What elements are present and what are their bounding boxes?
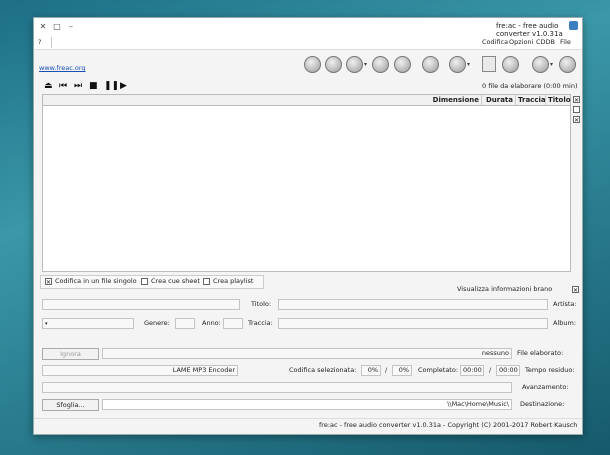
album-label: Album:: [553, 319, 577, 327]
start-encoding-icon[interactable]: [346, 56, 363, 73]
add-folder-icon[interactable]: [502, 56, 519, 73]
completed-label: Completato:: [418, 366, 459, 374]
show-info-checkbox[interactable]: ✕: [572, 286, 579, 294]
chevron-down-icon[interactable]: ▾: [550, 61, 556, 68]
output-options: ✕ Codifica in un file singolo Crea cue s…: [40, 275, 264, 289]
track-list[interactable]: Dimensione Durata Traccia Titolo: [42, 94, 571, 272]
play-icon[interactable]: ▶: [120, 80, 127, 93]
chevron-down-icon: ▾: [45, 321, 48, 327]
show-info-label: Visualizza informazioni brano: [457, 285, 553, 293]
files-summary: 0 file da elaborare (0:00 min): [482, 82, 578, 90]
completed-total: 0%: [361, 365, 381, 376]
menu-help[interactable]: ?: [38, 37, 41, 48]
menu-opzioni[interactable]: Opzioni: [509, 37, 533, 48]
destination-field[interactable]: \\Mac\Home\Music\: [102, 399, 512, 410]
footer-copyright: fre:ac - free audio converter v1.0.31a -…: [319, 421, 578, 429]
settings-icon[interactable]: [394, 56, 411, 73]
pause-encoding-icon[interactable]: [325, 56, 342, 73]
menu-divider: [51, 37, 52, 48]
menu-file[interactable]: File: [560, 37, 571, 48]
title-bar: fre:ac - free audio converter v1.0.31a ✕…: [34, 18, 582, 38]
title-label: Titolo:: [251, 300, 272, 308]
current-file-field: nessuno: [102, 348, 512, 359]
playlist-label: Crea playlist: [213, 277, 254, 285]
toolbar: www.freac.org ▾ ▾ ▾: [34, 51, 582, 81]
website-link[interactable]: www.freac.org: [39, 64, 86, 72]
encoder-label: Codifica selezionata:: [289, 366, 357, 374]
pause-icon[interactable]: ❚❚: [104, 80, 119, 93]
menu-cddb[interactable]: CDDB: [536, 37, 555, 48]
current-file-value: nessuno: [481, 349, 509, 357]
single-file-checkbox[interactable]: ✕: [45, 278, 52, 286]
track-list-header: Dimensione Durata Traccia Titolo: [43, 95, 571, 106]
stop-encoding-icon[interactable]: [304, 56, 321, 73]
previous-icon[interactable]: ⏮: [59, 80, 67, 93]
genre-select[interactable]: ▾: [42, 318, 134, 329]
chevron-down-icon[interactable]: ▾: [364, 61, 370, 68]
toggle-selection-checkbox[interactable]: ✕: [573, 116, 580, 124]
cddb-submit-icon[interactable]: [422, 56, 439, 73]
close-icon[interactable]: ✕: [38, 22, 48, 32]
current-file-label: File elaborato:: [517, 349, 564, 357]
menu-codifica[interactable]: Codifica: [482, 37, 508, 48]
time-total: 00:00: [460, 365, 484, 376]
cue-sheet-checkbox[interactable]: [141, 278, 148, 285]
album-input[interactable]: [278, 318, 548, 329]
artist-label: Artista:: [553, 300, 577, 308]
browse-button[interactable]: Sfoglia...: [42, 399, 99, 411]
app-icon: [569, 21, 578, 30]
progress-bar: [42, 382, 512, 393]
player-controls: 0 file da elaborare (0:00 min) ⏏ ⏮ ⏭ ■ ❚…: [34, 80, 582, 93]
chevron-down-icon[interactable]: ▾: [467, 61, 473, 68]
playlist-checkbox[interactable]: [203, 278, 210, 285]
year-input[interactable]: [175, 318, 195, 329]
progress-label: Avanzamento:: [522, 383, 569, 391]
time-separator: /: [489, 366, 492, 374]
add-cd-icon[interactable]: [532, 56, 549, 73]
destination-label: Destinazione:: [520, 400, 565, 408]
column-dimensione[interactable]: Dimensione: [43, 95, 481, 105]
year-label: Anno:: [202, 319, 221, 327]
track-label: Traccia:: [248, 319, 273, 327]
single-file-label: Codifica in un file singolo: [55, 277, 137, 285]
minimize-icon[interactable]: –: [66, 22, 76, 32]
encoder-value: LAME MP3 Encoder: [172, 366, 235, 374]
title-input[interactable]: [42, 299, 240, 310]
cddb-query-icon[interactable]: [449, 56, 466, 73]
status-bar: fre:ac - free audio converter v1.0.31a -…: [34, 418, 582, 433]
stop-icon[interactable]: ■: [89, 80, 98, 93]
time-remaining-value: 00:00: [496, 365, 520, 376]
completed-separator: /: [385, 366, 388, 374]
add-file-icon[interactable]: [482, 56, 496, 72]
encoder-field: LAME MP3 Encoder: [42, 365, 238, 376]
next-icon[interactable]: ⏭: [74, 80, 82, 93]
column-durata[interactable]: Durata: [481, 95, 515, 105]
select-none-checkbox[interactable]: [573, 106, 580, 113]
maximize-icon[interactable]: □: [52, 22, 62, 32]
cue-sheet-label: Crea cue sheet: [151, 277, 200, 285]
column-traccia[interactable]: Traccia: [515, 95, 546, 105]
menu-bar: ? Codifica Opzioni CDDB File: [34, 36, 582, 50]
eject-icon[interactable]: ⏏: [44, 80, 53, 93]
select-all-checkbox[interactable]: ✕: [573, 96, 580, 104]
destination-value: \\Mac\Home\Music\: [447, 400, 509, 408]
genre-label: Genere:: [144, 319, 170, 327]
time-remaining-label: Tempo residuo:: [525, 366, 575, 374]
artist-input[interactable]: [278, 299, 548, 310]
add-audio-icon[interactable]: [559, 56, 576, 73]
column-titolo[interactable]: Titolo: [545, 95, 571, 105]
ignore-button[interactable]: Ignora: [42, 348, 99, 360]
track-input[interactable]: [223, 318, 243, 329]
completed-value: 0%: [392, 365, 412, 376]
remove-track-icon[interactable]: [372, 56, 389, 73]
app-window: fre:ac - free audio converter v1.0.31a ✕…: [33, 17, 583, 435]
